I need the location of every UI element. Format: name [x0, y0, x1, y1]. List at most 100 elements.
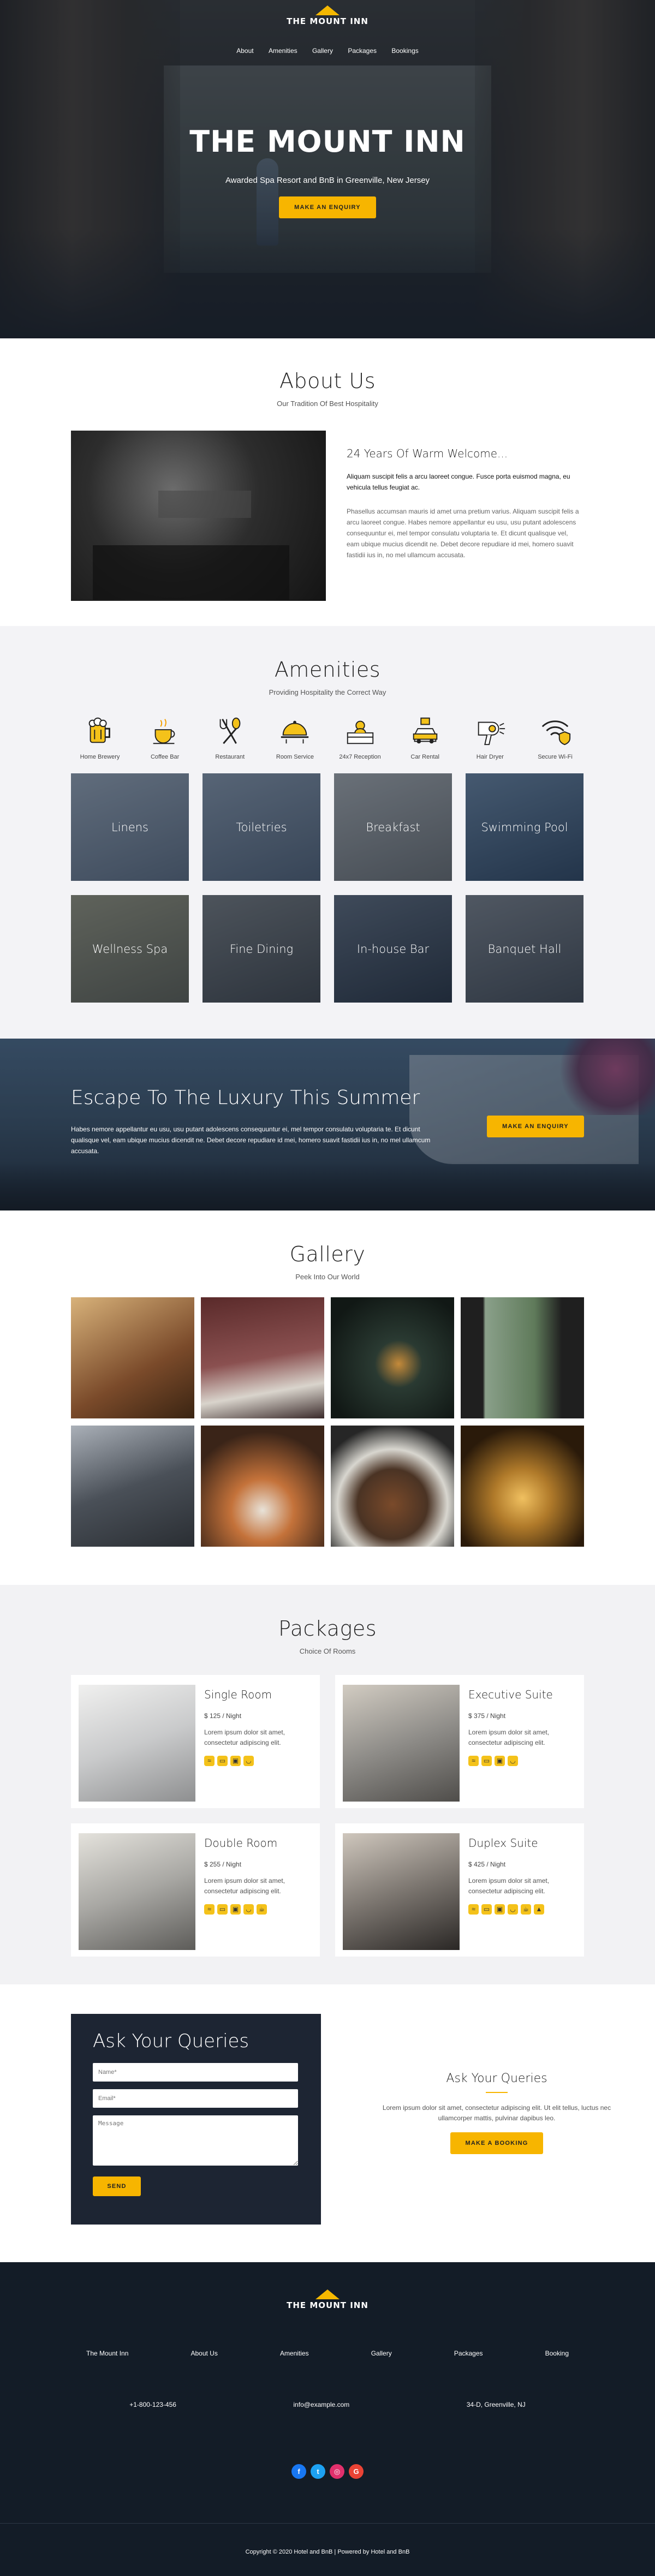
utensils-icon	[219, 717, 241, 744]
amenities-subtitle: Providing Hospitality the Correct Way	[269, 688, 386, 696]
package-card-duplex-suite[interactable]: Duplex Suite $ 425 / Night Lorem ipsum d…	[335, 1823, 584, 1957]
package-price: $ 375 / Night	[468, 1712, 506, 1720]
tv-icon: ▣	[495, 1904, 505, 1915]
footer-contacts: +1-800-123-456 info@example.com 34-D, Gr…	[71, 2401, 584, 2408]
wifi-icon: ≈	[468, 1904, 479, 1915]
gallery-image-suite[interactable]	[201, 1297, 324, 1418]
amenity-label: Secure Wi-Fi	[538, 754, 573, 760]
package-card-single-room[interactable]: Single Room $ 125 / Night Lorem ipsum do…	[71, 1675, 320, 1808]
make-booking-button[interactable]: MAKE A BOOKING	[450, 2132, 543, 2154]
tile-label: Swimming Pool	[481, 820, 568, 834]
amenity-tile-in-house-bar[interactable]: In-house Bar	[334, 895, 452, 1003]
footer-phone[interactable]: +1-800-123-456	[129, 2401, 176, 2408]
bath-icon: ◡	[243, 1904, 254, 1915]
gallery-grid	[71, 1297, 584, 1547]
package-image	[343, 1833, 460, 1950]
name-field[interactable]	[93, 2063, 298, 2082]
nav-link-about[interactable]: About	[236, 47, 253, 55]
nav-link-packages[interactable]: Packages	[348, 47, 377, 55]
gallery-image-steak[interactable]	[331, 1426, 454, 1547]
email-field[interactable]	[93, 2089, 298, 2108]
footer-address: 34-D, Greenville, NJ	[466, 2401, 526, 2408]
booking-callout-text: Lorem ipsum dolor sit amet, consectetur …	[382, 2104, 611, 2122]
send-button[interactable]: SEND	[93, 2177, 141, 2196]
gallery-image-bedroom[interactable]	[71, 1297, 194, 1418]
car-icon: ▲	[534, 1904, 544, 1915]
about-subtitle: Our Tradition Of Best Hospitality	[277, 399, 378, 408]
bath-icon: ◡	[508, 1904, 518, 1915]
instagram-icon[interactable]: ◎	[330, 2464, 344, 2479]
wifi-icon: ≈	[204, 1904, 215, 1915]
tile-label: Breakfast	[366, 820, 420, 834]
footer-email[interactable]: info@example.com	[293, 2401, 349, 2408]
gallery-image-corridor[interactable]	[331, 1297, 454, 1418]
package-price: $ 425 / Night	[468, 1861, 506, 1868]
amenity-tile-swimming-pool[interactable]: Swimming Pool	[466, 773, 583, 881]
tile-label: In-house Bar	[356, 942, 430, 956]
about-section: About Us Our Tradition Of Best Hospitali…	[0, 338, 655, 626]
footer-link-gallery[interactable]: Gallery	[356, 2350, 407, 2357]
hero-tagline: Awarded Spa Resort and BnB in Greenville…	[225, 176, 430, 185]
amenity-tile-fine-dining[interactable]: Fine Dining	[203, 895, 320, 1003]
tile-label: Toiletries	[236, 820, 287, 834]
bath-icon: ◡	[243, 1756, 254, 1766]
twitter-icon[interactable]: t	[311, 2464, 325, 2479]
amenity-car-rental: Car Rental	[395, 714, 455, 760]
footer-link-booking[interactable]: Booking	[530, 2350, 584, 2357]
message-field[interactable]	[93, 2115, 298, 2166]
packages-subtitle: Choice Of Rooms	[299, 1647, 356, 1655]
facebook-icon[interactable]: f	[291, 2464, 306, 2479]
tv-icon: ▣	[495, 1756, 505, 1766]
site-logo[interactable]: THE MOUNT INN	[0, 5, 655, 26]
footer-link-about[interactable]: About Us	[175, 2350, 233, 2357]
amenity-tile-banquet-hall[interactable]: Banquet Hall	[466, 895, 583, 1003]
amenity-label: Home Brewery	[80, 754, 120, 760]
gallery-image-plating[interactable]	[201, 1426, 324, 1547]
amenity-tile-wellness-spa[interactable]: Wellness Spa	[71, 895, 189, 1003]
amenity-label: 24x7 Reception	[339, 754, 381, 760]
google-icon[interactable]: G	[349, 2464, 364, 2479]
beer-icon	[88, 717, 110, 743]
tv-icon: ▣	[230, 1756, 241, 1766]
package-card-double-room[interactable]: Double Room $ 255 / Night Lorem ipsum do…	[71, 1823, 320, 1957]
hero-enquiry-button[interactable]: MAKE AN ENQUIRY	[279, 196, 376, 218]
gallery-image-champagne[interactable]	[461, 1426, 584, 1547]
amenity-label: Room Service	[276, 754, 314, 760]
title-underline	[486, 2092, 508, 2093]
about-body: Phasellus accumsan mauris id amet urna p…	[347, 508, 579, 559]
bed-icon: ▭	[481, 1756, 492, 1766]
gallery-image-chef[interactable]	[71, 1426, 194, 1547]
wifi-icon: ≈	[204, 1756, 215, 1766]
promo-enquiry-button[interactable]: MAKE AN ENQUIRY	[487, 1116, 584, 1137]
packages-title: Packages	[278, 1617, 377, 1641]
footer-divider	[0, 2523, 655, 2524]
hero-headline: THE MOUNT INN	[189, 124, 466, 159]
gallery-image-window-view[interactable]	[461, 1297, 584, 1418]
package-price: $ 255 / Night	[204, 1861, 242, 1868]
amenity-tile-toiletries[interactable]: Toiletries	[203, 773, 320, 881]
package-name: Duplex Suite	[468, 1836, 538, 1850]
nav-link-bookings[interactable]: Bookings	[391, 47, 418, 55]
package-price: $ 125 / Night	[204, 1712, 242, 1720]
amenity-tile-linens[interactable]: Linens	[71, 773, 189, 881]
amenity-room-service: Room Service	[265, 714, 325, 760]
breakfast-icon: ☕	[257, 1904, 267, 1915]
footer-link-amenities[interactable]: Amenities	[265, 2350, 324, 2357]
footer-link-home[interactable]: The Mount Inn	[71, 2350, 144, 2357]
package-amenity-icons: ≈ ▭ ▣ ◡	[468, 1756, 577, 1766]
package-card-executive-suite[interactable]: Executive Suite $ 375 / Night Lorem ipsu…	[335, 1675, 584, 1808]
amenity-tile-breakfast[interactable]: Breakfast	[334, 773, 452, 881]
bed-icon: ▭	[217, 1756, 228, 1766]
promo-text: Habes nemore appellantur eu usu, usu put…	[71, 1125, 431, 1155]
room-service-icon	[281, 720, 309, 744]
nav-link-gallery[interactable]: Gallery	[312, 47, 333, 55]
booking-callout: Ask Your Queries Lorem ipsum dolor sit a…	[338, 1984, 655, 2154]
nav-link-amenities[interactable]: Amenities	[269, 47, 297, 55]
footer-links: The Mount Inn About Us Amenities Gallery…	[71, 2350, 584, 2357]
packages-grid: Single Room $ 125 / Night Lorem ipsum do…	[71, 1675, 584, 1957]
footer-logo[interactable]: THE MOUNT INN	[0, 2289, 655, 2310]
footer-link-packages[interactable]: Packages	[439, 2350, 498, 2357]
package-amenity-icons: ≈ ▭ ▣ ◡	[204, 1756, 313, 1766]
mountain-logo-icon	[315, 2289, 340, 2299]
about-photo	[71, 431, 326, 601]
